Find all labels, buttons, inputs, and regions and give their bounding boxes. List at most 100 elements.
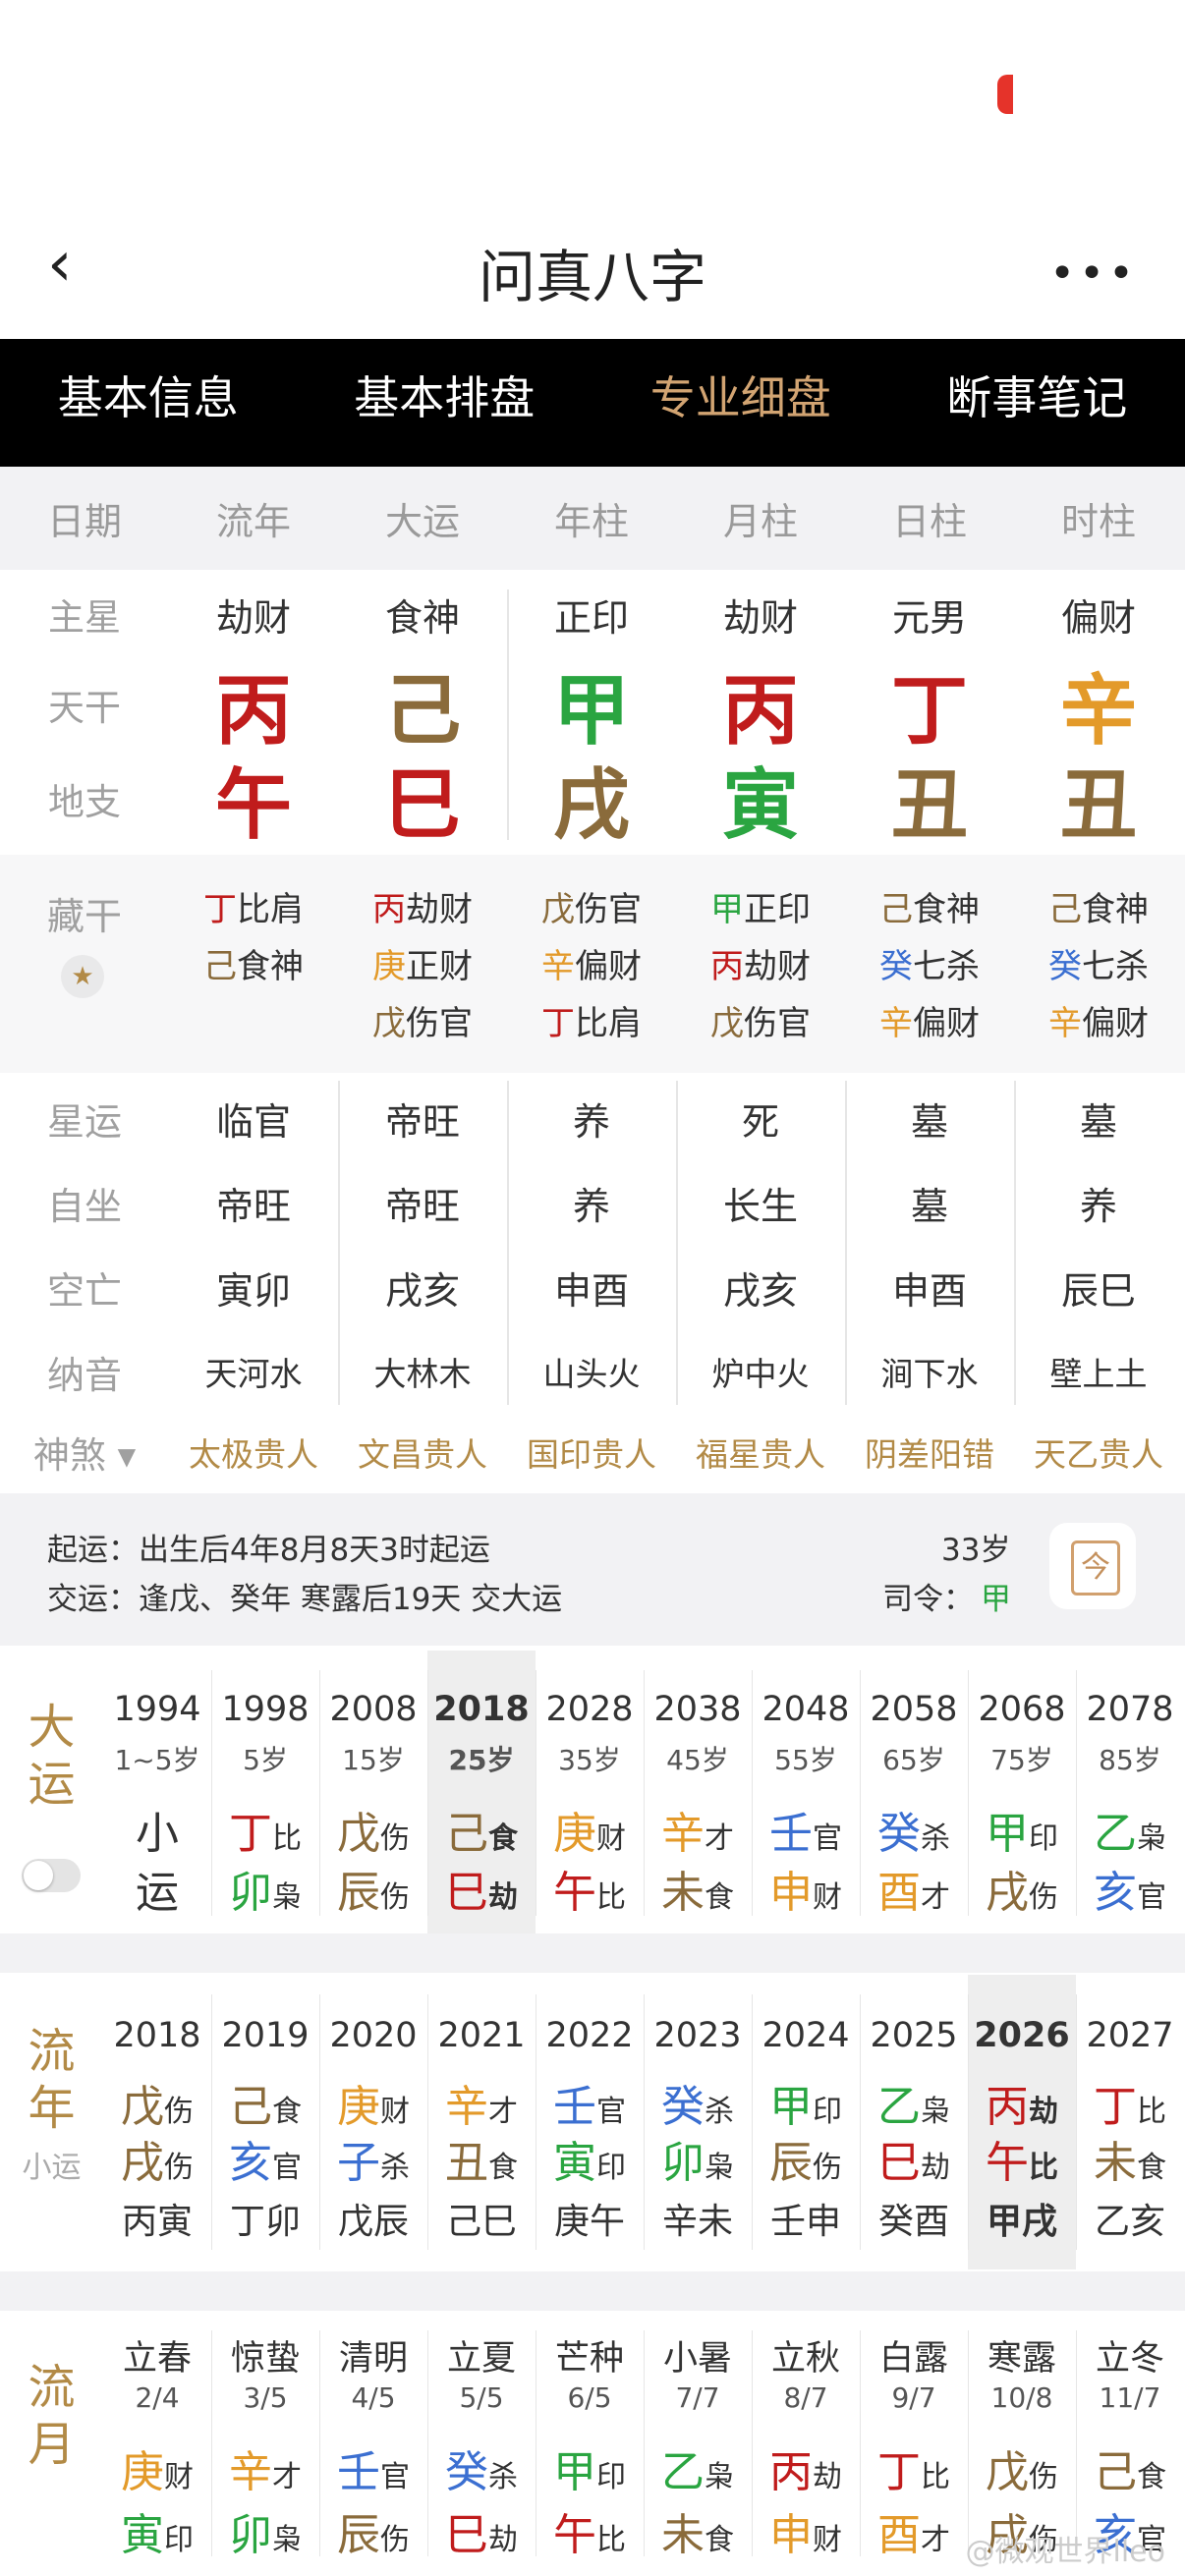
xiaoyun-toggle[interactable] [22,1859,81,1892]
solar-term: 小暑 [662,2339,732,2379]
more-icon[interactable]: ••• [1049,249,1138,299]
ganzhi-char: 乙 [661,2447,705,2497]
siling-value: 甲 [981,1582,1011,1617]
tab-notes[interactable]: 断事笔记 [889,339,1185,467]
detail-value: 长生 [722,1184,798,1228]
stem-branch-char: 丙 [214,667,292,756]
section-label-char: 运 [28,1756,76,1812]
ganzhi-cell: 壬官 [319,2436,427,2499]
ganzhi-char: 壬 [553,2082,596,2132]
ganzhi-cell: 未食 [644,1857,752,1920]
ganzhi-char: 小 [136,1809,179,1859]
detail-value: 帝旺 [215,1184,291,1228]
xiaoyun-ganzhi: 戊辰 [337,2202,409,2242]
section-label: 流月 [0,2360,103,2473]
luck-info: 起运：出生后4年8月8天3时起运 交运：逢戊、癸年 寒露后19天 交大运 33岁… [0,1493,1185,1646]
ten-god: 比 [1029,2151,1058,2185]
solar-term-date: 3/5 [243,2381,288,2414]
tab-basic-info[interactable]: 基本信息 [0,339,297,467]
solar-term: 立夏 [446,2339,516,2379]
dayun-age: 55岁 [774,1744,837,1776]
ganzhi-char: 午 [986,2138,1029,2188]
recording-indicator [997,75,1013,114]
main-star: 劫财 [722,595,798,640]
ten-god: 比 [1137,2095,1166,2129]
liunian-year: 2022 [545,2016,634,2055]
detail-value: 戌亥 [384,1268,460,1313]
hidden-stem-god: 比肩 [237,890,304,929]
solar-term: 立冬 [1095,2339,1164,2379]
solar-term-date: 5/5 [459,2381,504,2414]
ganzhi-cell: 甲印 [752,2071,860,2134]
hidden-stem-god: 偏财 [1082,1004,1149,1043]
ganzhi-cell: 寅印 [103,2499,211,2562]
detail-value: 申酉 [553,1268,629,1313]
ganzhi-cell: 丑食 [427,2127,536,2190]
ganzhi-char: 庚 [121,2447,164,2497]
hidden-stem-item: 辛偏财 [1014,996,1183,1044]
hidden-stem-item: 甲正印 [676,882,845,930]
ganzhi-cell: 午比 [536,1857,644,1920]
ten-god: 印 [596,2151,626,2185]
tab-pro-chart[interactable]: 专业细盘 [592,339,889,467]
ganzhi-char: 寅 [553,2138,596,2188]
hidden-stem-god: 偏财 [913,1004,980,1043]
hidden-stem-item: 丙劫财 [338,882,507,930]
ganzhi-cell: 戊伤 [319,1798,427,1861]
calendar-icon: 今 [1071,1540,1120,1596]
calendar-button[interactable]: 今 [1049,1523,1136,1609]
header-cell: 月柱 [722,500,798,543]
detail-value: 死 [741,1099,779,1144]
ganzhi-cell: 辰伤 [752,2127,860,2190]
ganzhi-cell: 辛才 [211,2436,319,2499]
ganzhi-cell: 酉才 [860,2499,968,2562]
ten-god: 伤 [1029,1880,1058,1915]
ganzhi-char: 卯 [229,2510,272,2560]
shensha-value: 福星贵人 [696,1435,825,1474]
hidden-stem-char: 癸 [1048,947,1082,986]
ganzhi-char: 甲 [553,2447,596,2497]
detail-value: 戌亥 [722,1268,798,1313]
dayun-age: 15岁 [342,1744,405,1776]
ten-god: 比 [596,1880,626,1915]
ganzhi-cell: 寅印 [536,2127,644,2190]
ganzhi-cell: 巳劫 [427,2499,536,2562]
hidden-stem-char: 戊 [372,1004,406,1043]
ganzhi-char: 丁 [1094,2082,1137,2132]
liunian-year: 2026 [974,2016,1070,2055]
solar-term-date: 10/8 [990,2381,1053,2414]
detail-row: 星运 临官 帝旺 养 死 墓 墓 [0,1089,1185,1148]
ganzhi-char: 甲 [769,2082,813,2132]
ganzhi-char: 辰 [337,1868,380,1918]
ten-god: 财 [164,2460,194,2494]
ganzhi-char: 己 [1094,2447,1137,2497]
ganzhi-cell: 卯枭 [211,1857,319,1920]
ten-god: 枭 [272,2523,302,2557]
pin-icon[interactable]: ★ [61,955,104,998]
hidden-stem-char: 辛 [879,1004,913,1043]
ganzhi-cell: 运 [103,1857,211,1920]
tab-basic-chart[interactable]: 基本排盘 [297,339,593,467]
ganzhi-char: 申 [769,1868,813,1918]
liunian-year: 2018 [113,2016,201,2055]
solar-term: 惊蛰 [230,2339,300,2379]
ganzhi-cell: 丙劫 [968,2071,1076,2134]
ten-god: 伤 [380,2523,410,2557]
stem-branch-char: 丙 [721,667,799,756]
section-sublabel: 小运 [22,2151,82,2186]
column-divider [676,1081,678,1405]
xiaoyun-ganzhi: 庚午 [553,2202,625,2242]
ganzhi-cell: 午比 [968,2127,1076,2190]
hidden-stem-item: 癸七杀 [1014,939,1183,987]
ganzhi-char: 戊 [986,2447,1029,2497]
header-cell: 日期 [46,500,122,543]
ganzhi-char: 午 [553,2510,596,2560]
liunian-year: 2027 [1086,2016,1174,2055]
stem-branch-char: 丁 [890,667,968,756]
ganzhi-char: 甲 [986,1809,1029,1859]
detail-value: 天河水 [204,1355,303,1393]
ganzhi-char: 乙 [877,2082,921,2132]
ganzhi-char: 庚 [337,2082,380,2132]
stem-branch-char: 丑 [1059,761,1137,850]
divider [507,589,509,840]
